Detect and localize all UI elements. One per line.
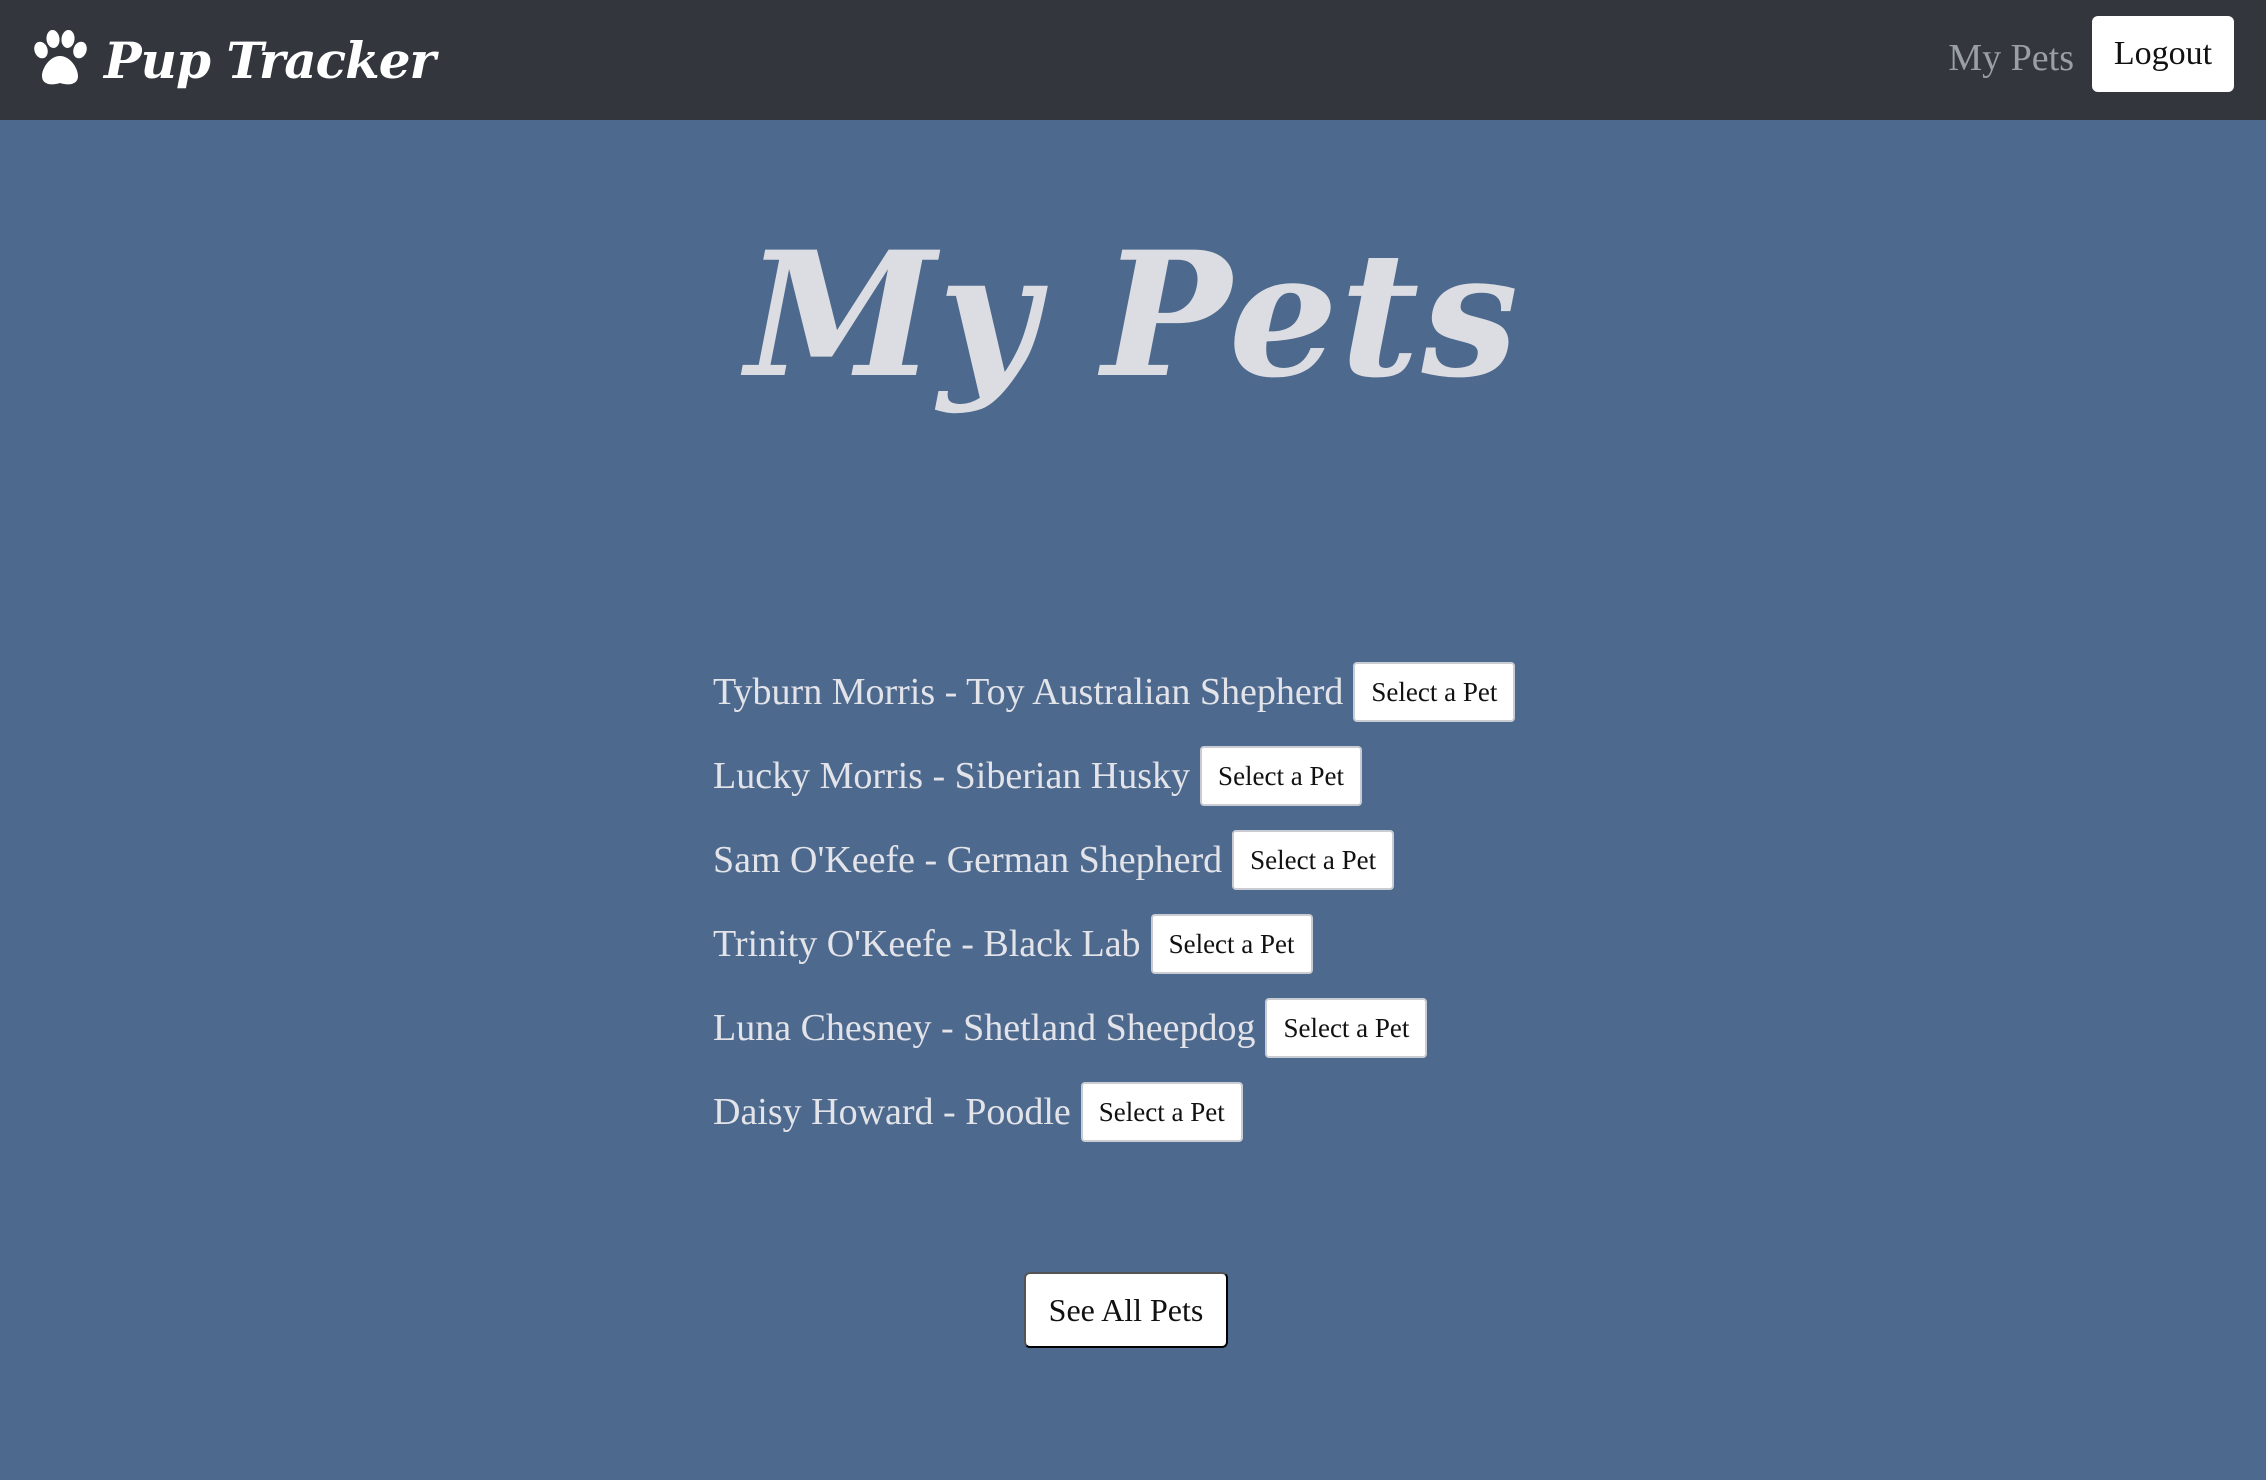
select-pet-button[interactable]: Select a Pet (1265, 998, 1428, 1058)
nav-link-my-pets[interactable]: My Pets (1948, 30, 2074, 86)
pet-list-item: Luna Chesney - Shetland Sheepdog Select … (713, 986, 1515, 1070)
select-pet-button[interactable]: Select a Pet (1150, 914, 1313, 974)
paw-icon (34, 30, 87, 85)
pet-list-item: Lucky Morris - Siberian Husky Select a P… (713, 734, 1515, 818)
pet-label: Sam O'Keefe - German Shepherd (713, 839, 1223, 881)
pet-label: Luna Chesney - Shetland Sheepdog (713, 1007, 1256, 1049)
select-pet-button[interactable]: Select a Pet (1232, 830, 1395, 890)
brand-link[interactable]: Pup Tracker (28, 20, 436, 100)
brand-name: Pup Tracker (104, 30, 436, 90)
pet-list-item: Sam O'Keefe - German Shepherd Select a P… (713, 818, 1515, 902)
logout-button[interactable]: Logout (2092, 16, 2234, 92)
pet-label: Tyburn Morris - Toy Australian Shepherd (713, 671, 1344, 713)
page-title: My Pets (745, 213, 1521, 416)
pet-list-item: Tyburn Morris - Toy Australian Shepherd … (713, 650, 1516, 734)
pet-label: Lucky Morris - Siberian Husky (713, 755, 1191, 797)
pet-list-item: Trinity O'Keefe - Black Lab Select a Pet (713, 902, 1515, 986)
pet-list: Tyburn Morris - Toy Australian Shepherd … (713, 650, 1516, 1154)
see-all-pets-button[interactable]: See All Pets (1024, 1272, 1228, 1348)
select-pet-button[interactable]: Select a Pet (1080, 1082, 1243, 1142)
pet-label: Daisy Howard - Poodle (713, 1091, 1071, 1133)
pet-label: Trinity O'Keefe - Black Lab (713, 923, 1141, 965)
pet-list-item: Daisy Howard - Poodle Select a Pet (713, 1070, 1515, 1154)
select-pet-button[interactable]: Select a Pet (1200, 746, 1363, 806)
top-navbar: Pup Tracker My Pets Logout (0, 0, 2266, 120)
select-pet-button[interactable]: Select a Pet (1353, 662, 1516, 722)
